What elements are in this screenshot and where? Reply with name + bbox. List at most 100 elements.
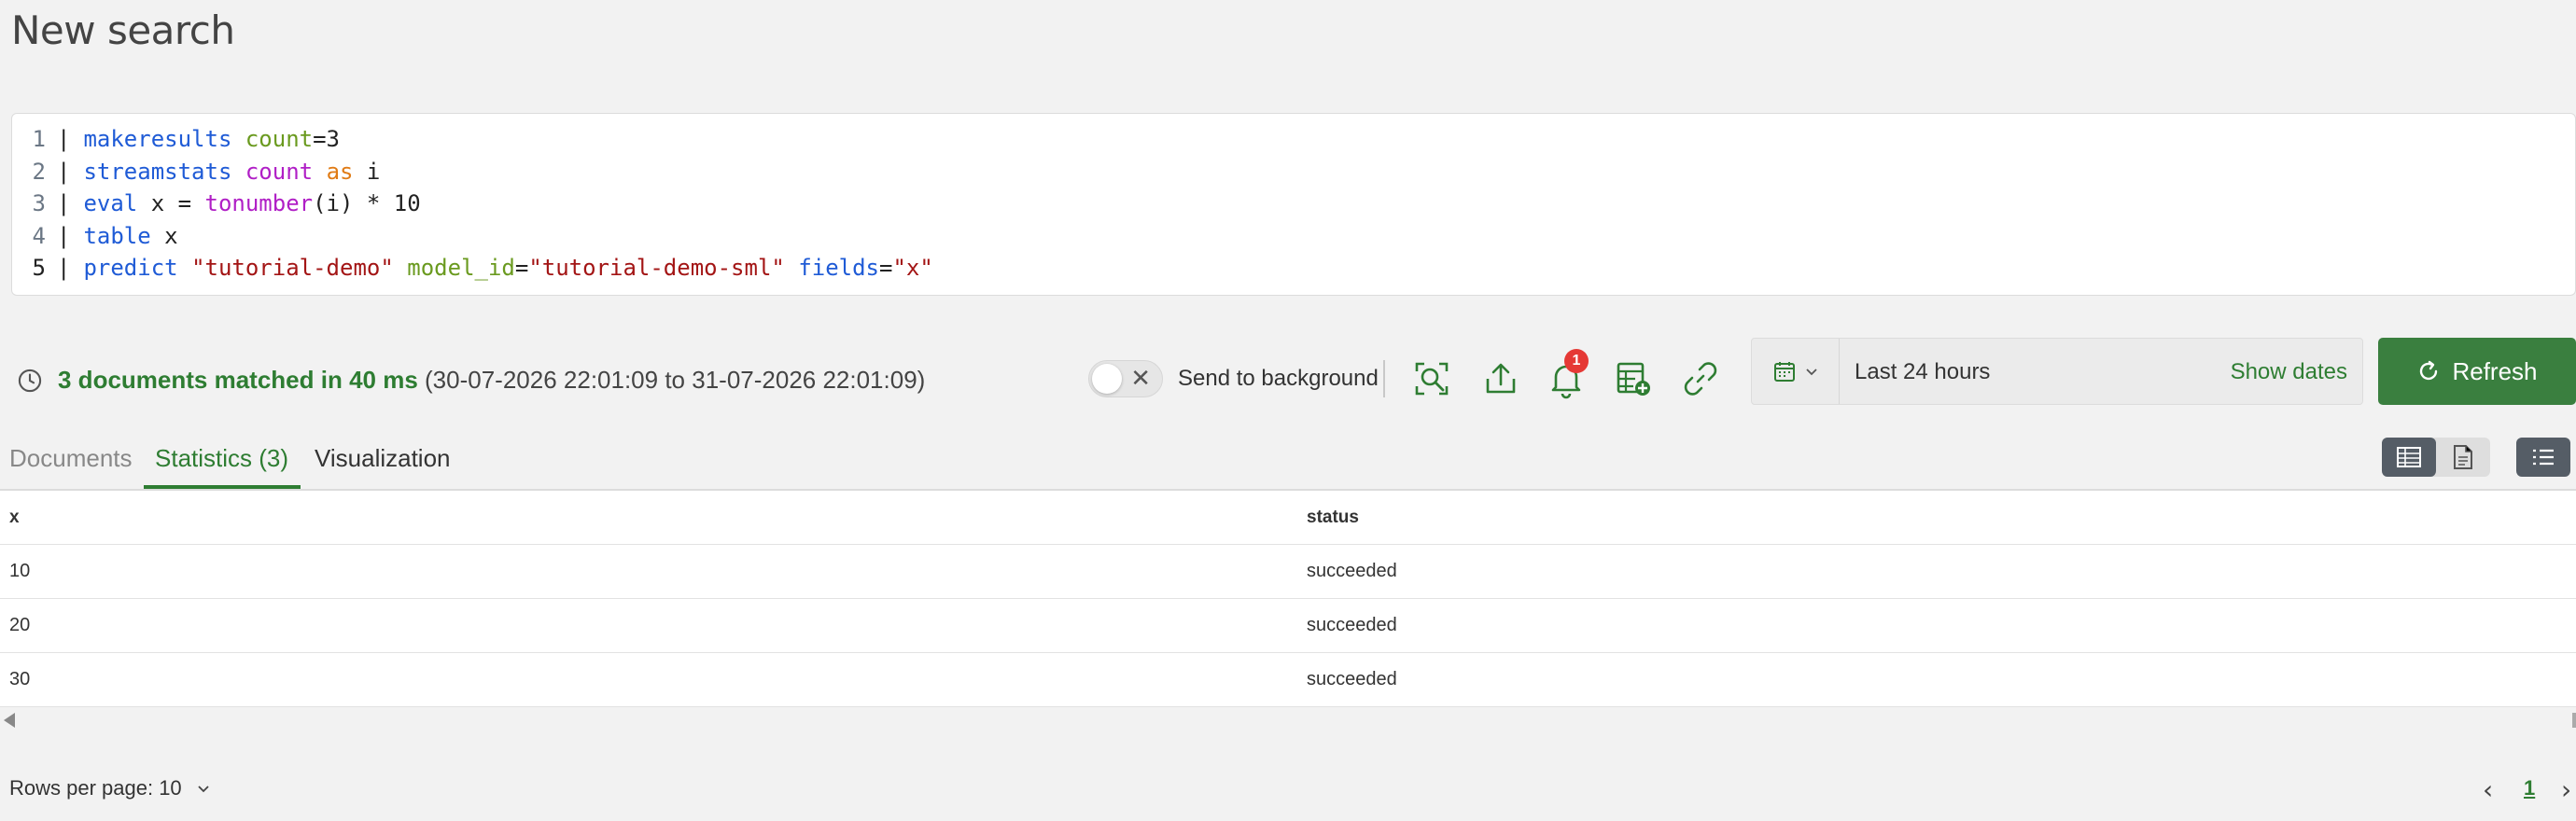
- tab-documents[interactable]: Documents: [9, 444, 133, 473]
- table-row[interactable]: 30 succeeded: [0, 653, 2576, 707]
- code-token: (i) * 10: [313, 190, 421, 217]
- scroll-left-arrow[interactable]: [4, 713, 15, 728]
- chevron-down-icon: [198, 786, 209, 793]
- results-tabs: Documents Statistics (3) Visualization: [0, 431, 2576, 491]
- code-token: table: [83, 222, 151, 249]
- clock-icon: [18, 369, 42, 393]
- table-view-button[interactable]: [2382, 438, 2436, 477]
- code-token: tonumber: [204, 190, 314, 217]
- link-icon: [1684, 362, 1717, 396]
- document-view-button[interactable]: [2436, 438, 2490, 477]
- refresh-button[interactable]: Refresh: [2378, 338, 2576, 405]
- export-button[interactable]: [1477, 355, 1525, 403]
- pipe-operator: |: [57, 158, 71, 185]
- toggle-knob: [1092, 364, 1122, 394]
- statistics-table: x status 10 succeeded 20 succeeded 30 succeed…: [0, 491, 2576, 707]
- cell-x: 20: [9, 615, 31, 635]
- date-quick-select[interactable]: [1752, 339, 1840, 404]
- code-token: eval: [83, 190, 138, 217]
- code-token: =3: [313, 126, 341, 153]
- line-number: 3: [32, 190, 46, 217]
- code-token: x: [150, 222, 178, 249]
- pipe-operator: |: [57, 222, 71, 249]
- next-page-button[interactable]: ›: [2561, 774, 2571, 805]
- tab-visualization[interactable]: Visualization: [315, 444, 451, 473]
- line-number: 5: [32, 255, 46, 282]
- code-token: "x": [892, 255, 933, 282]
- table-footer: Rows per page: 10 ‹ 1 ›: [0, 765, 2576, 812]
- code-token: =: [514, 255, 529, 282]
- active-tab-indicator: [144, 485, 301, 489]
- code-line[interactable]: 4 | table x: [12, 220, 2575, 253]
- calendar-icon: [1773, 362, 1795, 382]
- send-to-background-toggle[interactable]: ✕: [1088, 360, 1163, 397]
- pipe-operator: |: [57, 126, 71, 153]
- code-token: "tutorial-demo": [191, 255, 394, 282]
- code-line[interactable]: 5 | predict "tutorial-demo" model_id = "tuto…: [12, 252, 2575, 285]
- code-token: model_id: [407, 255, 515, 282]
- code-token: i: [353, 158, 381, 185]
- code-token: streamstats: [83, 158, 232, 185]
- chevron-down-icon: [1805, 369, 1817, 376]
- search-inspect-icon: [1415, 362, 1449, 396]
- cell-status: succeeded: [1307, 615, 1397, 635]
- table-row[interactable]: 20 succeeded: [0, 599, 2576, 653]
- toolbar-divider: [1383, 360, 1385, 397]
- add-table-icon: [1617, 362, 1650, 396]
- line-number: 2: [32, 158, 46, 185]
- code-token: makeresults: [83, 126, 232, 153]
- code-token: count: [245, 158, 314, 185]
- send-to-background-label: Send to background: [1178, 366, 1379, 391]
- code-token: predict: [83, 255, 178, 282]
- search-status-bar: 3 documents matched in 40 ms (30-07-2026…: [0, 338, 2576, 420]
- code-token: "tutorial-demo-sml": [528, 255, 785, 282]
- match-count: 3 documents matched in 40 ms: [58, 366, 418, 394]
- share-link-button[interactable]: [1676, 355, 1725, 403]
- column-header-x[interactable]: x: [0, 508, 1307, 528]
- pipe-operator: |: [57, 255, 71, 282]
- notifications-button[interactable]: 1: [1542, 349, 1590, 403]
- query-editor[interactable]: 1 | makeresults count =3 2 | streamstats count…: [11, 113, 2576, 296]
- inspect-search-button[interactable]: [1407, 355, 1456, 403]
- match-summary: 3 documents matched in 40 ms (30-07-2026…: [58, 366, 925, 395]
- code-token: x =: [137, 190, 205, 217]
- code-token: fields: [798, 255, 880, 282]
- show-dates-link[interactable]: Show dates: [2231, 359, 2347, 385]
- columns-list-button[interactable]: [2516, 438, 2570, 477]
- code-token: =: [879, 255, 893, 282]
- scroll-right-edge[interactable]: [2572, 713, 2576, 728]
- code-line[interactable]: 2 | streamstats count as i: [12, 156, 2575, 188]
- column-header-status[interactable]: status: [1307, 508, 1359, 528]
- current-page-number[interactable]: 1: [2524, 776, 2535, 800]
- refresh-icon: [2420, 360, 2438, 381]
- list-icon: [2533, 449, 2554, 466]
- page-title: New search: [11, 7, 235, 53]
- notification-badge: 1: [1564, 349, 1589, 373]
- time-range-label[interactable]: Last 24 hours: [1855, 359, 1990, 385]
- cell-x: 30: [9, 669, 31, 689]
- add-to-dashboard-button[interactable]: [1609, 355, 1658, 403]
- document-icon: [2454, 445, 2472, 469]
- previous-page-button[interactable]: ‹: [2483, 774, 2493, 805]
- table-row[interactable]: 10 succeeded: [0, 545, 2576, 599]
- refresh-label: Refresh: [2452, 356, 2538, 385]
- rows-per-page-label: Rows per page: 10: [9, 776, 182, 800]
- code-token: as: [326, 158, 354, 185]
- line-number: 1: [32, 126, 46, 153]
- table-header-row: x status: [0, 491, 2576, 545]
- upload-icon: [1486, 363, 1516, 394]
- code-token: count: [245, 126, 314, 153]
- code-line[interactable]: 1 | makeresults count =3: [12, 123, 2575, 156]
- view-mode-toggle: [2382, 438, 2490, 477]
- horizontal-scrollbar[interactable]: [0, 707, 2576, 735]
- rows-per-page-select[interactable]: Rows per page: 10: [9, 776, 212, 800]
- code-line[interactable]: 3 | eval x = tonumber (i) * 10: [12, 188, 2575, 220]
- tab-statistics[interactable]: Statistics (3): [155, 444, 288, 473]
- time-range-picker[interactable]: Last 24 hours Show dates: [1751, 338, 2363, 405]
